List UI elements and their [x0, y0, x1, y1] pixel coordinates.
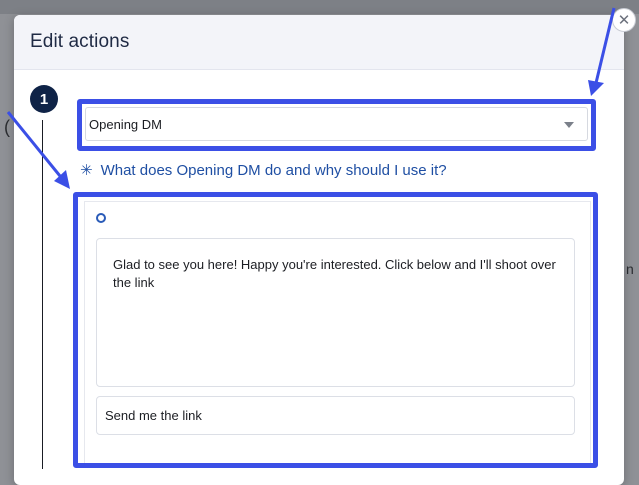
- highlight-box-message: [73, 192, 598, 468]
- background-fragment-right: n: [626, 261, 634, 277]
- close-button[interactable]: ✕: [612, 8, 636, 32]
- background-fragment-left: (: [4, 117, 10, 137]
- modal-title: Edit actions: [30, 31, 130, 52]
- help-link[interactable]: ✳ What does Opening DM do and why should…: [80, 161, 447, 180]
- highlight-box-select: [77, 99, 596, 151]
- modal-header: Edit actions: [14, 15, 624, 70]
- background-strip: [0, 0, 639, 14]
- close-icon: ✕: [617, 11, 631, 29]
- sparkle-icon: ✳: [80, 162, 93, 179]
- step-number-badge: 1: [30, 85, 58, 113]
- step-connector-line: [42, 120, 43, 469]
- help-link-text: What does Opening DM do and why should I…: [100, 161, 447, 179]
